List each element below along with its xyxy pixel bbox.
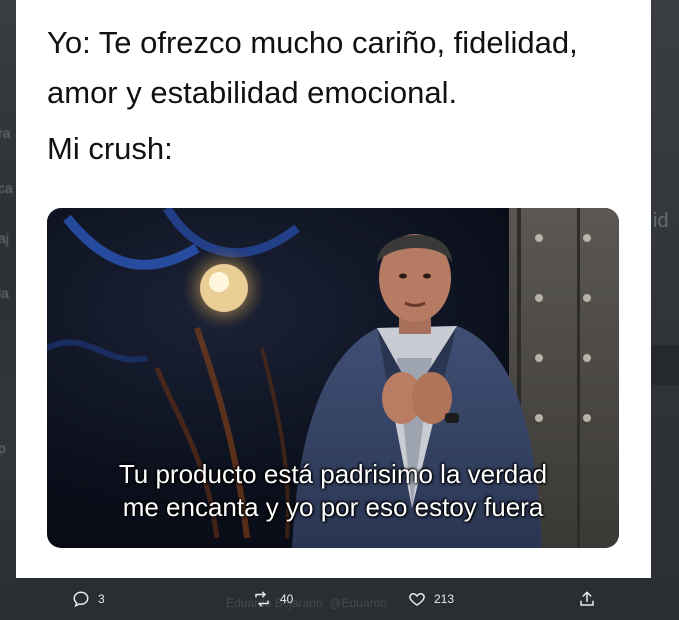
share-upload-icon <box>580 591 594 606</box>
blurred-text-fragment: p <box>0 440 6 456</box>
reply-bubble-icon <box>73 591 89 608</box>
caption-line-1: Yo: Te ofrezco mucho cariño, fidelidad, <box>47 25 578 60</box>
blurred-band <box>651 345 679 385</box>
retweet-count: 40 <box>280 592 294 606</box>
like-count: 213 <box>434 592 455 606</box>
reply-count: 3 <box>98 592 105 606</box>
subtitle-line-1: Tu producto está padrisimo la verdad <box>118 459 548 489</box>
retweet-arrows-icon <box>255 591 269 607</box>
blurred-timeline-left: ra ca aj la p <box>0 0 16 620</box>
meme-image[interactable]: Tu producto está padrisimo la verdad me … <box>47 208 619 548</box>
blurred-text-fragment: id <box>653 210 669 232</box>
blurred-text-fragment: la <box>0 285 9 301</box>
tweet-action-bar: Eduardo Bejarano @Eduardo 3 40 213 <box>16 578 679 620</box>
meme-subtitle: Tu producto está padrisimo la verdad me … <box>47 458 619 524</box>
share-button[interactable] <box>578 590 596 608</box>
meme-card: Yo: Te ofrezco mucho cariño, fidelidad, … <box>16 0 651 578</box>
meme-caption: Yo: Te ofrezco mucho cariño, fidelidad, … <box>47 18 637 174</box>
blurred-text-fragment: ra <box>0 125 11 141</box>
caption-line-3: Mi crush: <box>47 131 173 166</box>
blurred-text-fragment: ca <box>0 180 13 196</box>
retweet-button[interactable]: 40 <box>252 590 293 608</box>
blurred-text-fragment: aj <box>0 230 9 246</box>
reply-button[interactable]: 3 <box>72 590 105 608</box>
like-button[interactable]: 213 <box>408 590 454 608</box>
blurred-timeline-right: id <box>651 0 679 620</box>
caption-line-2: amor y estabilidad emocional. <box>47 75 458 110</box>
blurred-next-tweet-author: Eduardo Bejarano @Eduardo <box>226 596 387 610</box>
heart-icon <box>409 592 425 606</box>
subtitle-line-2: me encanta y yo por eso estoy fuera <box>122 492 544 522</box>
